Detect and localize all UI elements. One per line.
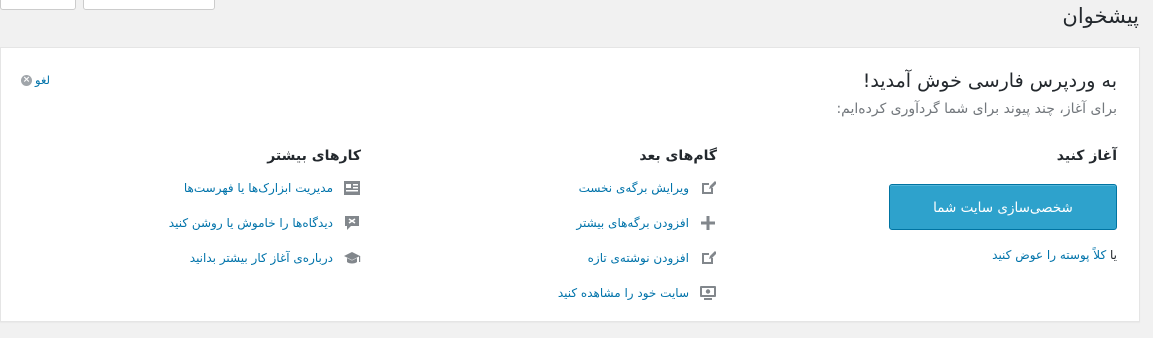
edit-icon xyxy=(699,179,717,197)
list-item: درباره‌ی آغاز کار بیشتر بدانید xyxy=(169,248,361,268)
list-item: سایت خود را مشاهده کنید xyxy=(558,283,717,303)
view-site-icon xyxy=(699,284,717,302)
plus-icon xyxy=(699,214,717,232)
manage-widgets-link[interactable]: مدیریت ابزارک‌ها یا فهرست‌ها xyxy=(184,181,333,195)
widgets-icon xyxy=(343,179,361,197)
welcome-subtitle: برای آغاز، چند پیوند برای شما گردآوری کر… xyxy=(836,101,1117,117)
edit-icon xyxy=(699,249,717,267)
next-steps-heading: گام‌های بعد xyxy=(639,148,717,164)
add-post-link[interactable]: افزودن نوشته‌ی تازه xyxy=(588,251,689,265)
help-tab[interactable] xyxy=(83,0,215,10)
page-title: پیشخوان xyxy=(1062,4,1139,28)
comments-icon xyxy=(343,214,361,232)
list-item: افزودن برگه‌های بیشتر xyxy=(558,213,717,233)
list-item: افزودن نوشته‌ی تازه xyxy=(558,248,717,268)
change-theme-link[interactable]: کلاً پوسته را عوض کنید xyxy=(992,248,1106,262)
next-steps-column: گام‌های بعد ویرایش برگه‌ی نخست افزودن بر… xyxy=(467,148,717,300)
close-icon: × xyxy=(21,74,32,86)
dismiss-link[interactable]: × لغو xyxy=(21,73,50,87)
change-theme-prefix: یا xyxy=(1110,248,1117,262)
welcome-panel: × لغو به وردپرس فارسی خوش آمدید! برای آغ… xyxy=(0,47,1140,322)
learn-more-link[interactable]: درباره‌ی آغاز کار بیشتر بدانید xyxy=(190,251,333,265)
get-started-column: آغاز کنید شخصی‌سازی سایت شما یا کلاً پوس… xyxy=(867,148,1117,262)
more-actions-list: مدیریت ابزارک‌ها یا فهرست‌ها دیدگاه‌ها ر… xyxy=(169,178,361,283)
toggle-comments-link[interactable]: دیدگاه‌ها را خاموش یا روشن کنید xyxy=(169,216,333,230)
view-site-link[interactable]: سایت خود را مشاهده کنید xyxy=(558,286,689,300)
welcome-title: به وردپرس فارسی خوش آمدید! xyxy=(862,70,1117,92)
dismiss-label: لغو xyxy=(35,73,50,87)
change-theme-line: یا کلاً پوسته را عوض کنید xyxy=(992,248,1117,262)
list-item: دیدگاه‌ها را خاموش یا روشن کنید xyxy=(169,213,361,233)
add-pages-link[interactable]: افزودن برگه‌های بیشتر xyxy=(576,216,689,230)
list-item: ویرایش برگه‌ی نخست xyxy=(558,178,717,198)
customize-site-button[interactable]: شخصی‌سازی سایت شما xyxy=(889,184,1117,230)
screen-options-tab[interactable] xyxy=(0,0,76,10)
learn-icon xyxy=(343,249,361,267)
list-item: مدیریت ابزارک‌ها یا فهرست‌ها xyxy=(169,178,361,198)
more-actions-heading: کارهای بیشتر xyxy=(267,148,361,164)
more-actions-column: کارهای بیشتر مدیریت ابزارک‌ها یا فهرست‌ه… xyxy=(81,148,361,265)
edit-front-page-link[interactable]: ویرایش برگه‌ی نخست xyxy=(579,181,689,195)
get-started-heading: آغاز کنید xyxy=(1056,148,1117,164)
next-steps-list: ویرایش برگه‌ی نخست افزودن برگه‌های بیشتر… xyxy=(558,178,717,318)
